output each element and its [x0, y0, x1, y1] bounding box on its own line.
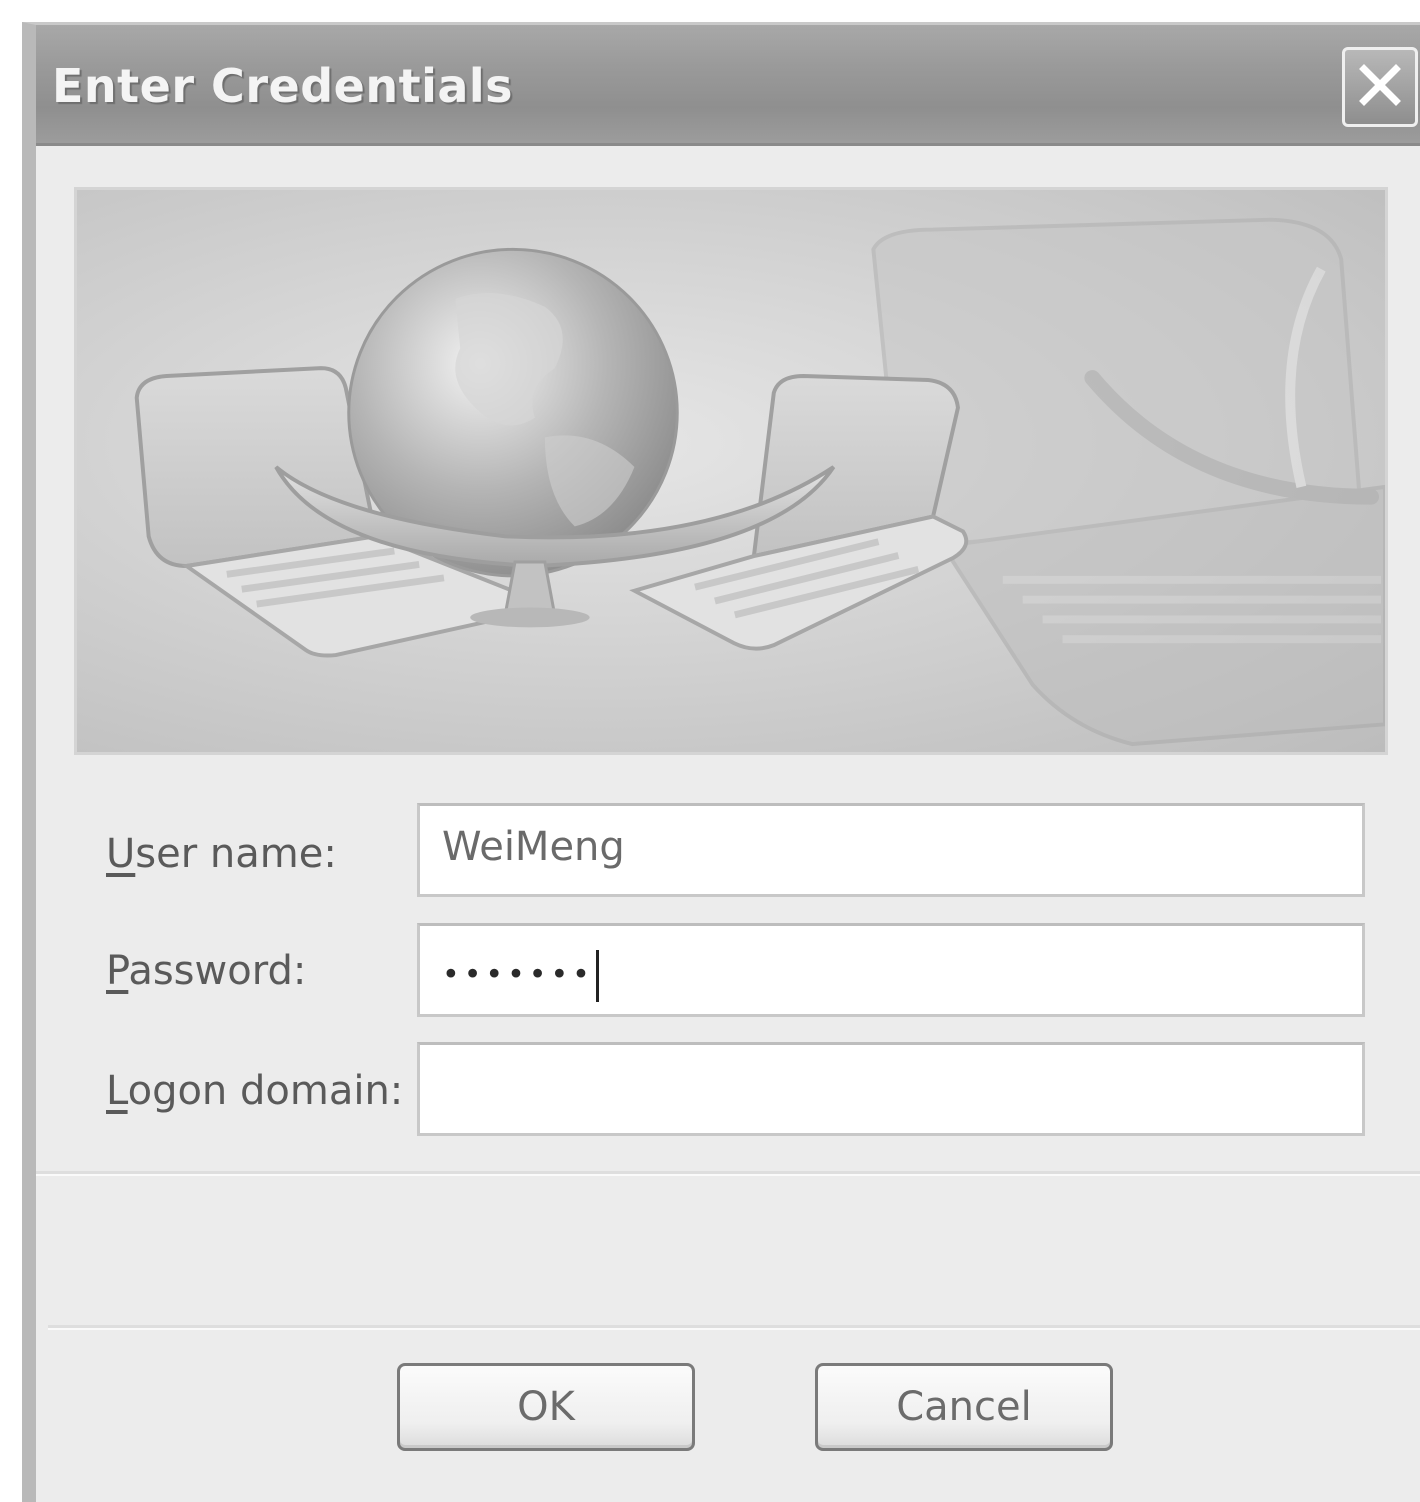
separator-lower: [48, 1325, 1420, 1330]
username-input[interactable]: WeiMeng: [417, 803, 1365, 897]
domain-label: Logon domain:: [106, 1068, 404, 1114]
domain-input[interactable]: [417, 1042, 1365, 1136]
password-input[interactable]: •••••••: [417, 923, 1365, 1017]
title-bar[interactable]: Enter Credentials: [36, 25, 1420, 146]
dialog-title: Enter Credentials: [52, 59, 514, 113]
username-label: User name:: [106, 831, 337, 877]
banner-image: [74, 187, 1388, 755]
credentials-dialog: Enter Credentials User name: WeiMeng Pas…: [22, 22, 1420, 1502]
close-x-icon: [1356, 61, 1404, 113]
right-laptop-icon: [629, 374, 969, 651]
close-button[interactable]: [1342, 47, 1418, 127]
cancel-button[interactable]: Cancel: [815, 1363, 1113, 1451]
background-laptop-icon: [871, 217, 1385, 747]
text-caret: [595, 950, 599, 1002]
username-value: WeiMeng: [442, 824, 625, 870]
password-label: Password:: [106, 948, 307, 994]
password-mask: •••••••: [442, 957, 594, 993]
ok-button[interactable]: OK: [397, 1363, 695, 1451]
separator-upper: [36, 1171, 1420, 1176]
